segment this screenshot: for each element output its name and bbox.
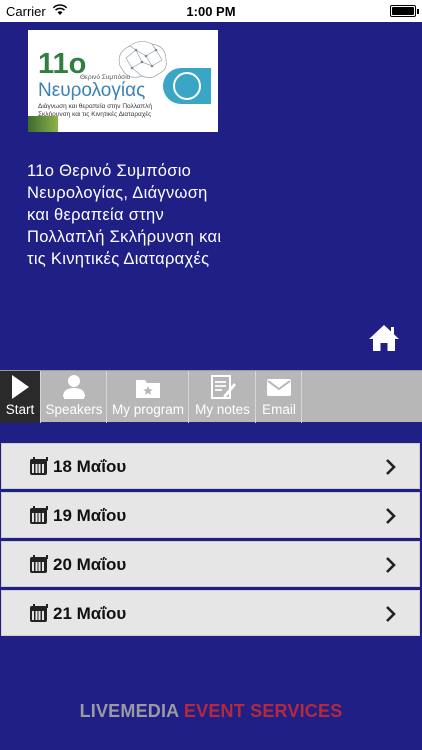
banner-title: Νευρολογίας [38, 80, 146, 101]
tab-label: Speakers [45, 402, 103, 417]
speaker-icon [63, 375, 85, 399]
chevron-right-icon [386, 606, 396, 622]
footer-brand-part2: EVENT SERVICES [183, 701, 343, 721]
day-row-21[interactable]: 21 Μαΐου [1, 590, 420, 636]
day-row-20[interactable]: 20 Μαΐου [1, 541, 420, 587]
academy-seal-icon [163, 68, 211, 104]
tab-label: My program [111, 402, 184, 417]
chevron-right-icon [386, 557, 396, 573]
event-title: 11o Θερινό Συμπόσιο Νευρολογίας, Διάγνωσ… [27, 162, 222, 268]
tab-label: My notes [195, 402, 250, 417]
envelope-icon [267, 379, 291, 396]
footer-brand: LIVEMEDIA EVENT SERVICES [0, 701, 422, 722]
tab-my-program[interactable]: My program [108, 371, 189, 423]
notes-icon [210, 375, 236, 399]
day-label: 18 Μαΐου [53, 457, 127, 476]
footer-brand-part1: LIVEMEDIA [79, 701, 179, 721]
day-label: 20 Μαΐου [53, 555, 127, 574]
tab-start[interactable]: Start [0, 371, 41, 423]
day-row-18[interactable]: 18 Μαΐου [1, 443, 420, 489]
banner-image-strip [28, 116, 58, 132]
banner-subtitle-line1: Διάγνωση και θεραπεία στην Πολλαπλή [38, 103, 153, 110]
tab-my-notes[interactable]: My notes [190, 371, 256, 423]
home-icon[interactable] [368, 324, 400, 352]
main-tab-bar: Start Speakers My program My notes Email [0, 370, 422, 423]
tab-label: Start [5, 402, 35, 417]
tab-label: Email [262, 402, 296, 417]
calendar-icon [30, 604, 48, 622]
day-label: 19 Μαΐου [53, 506, 127, 525]
event-banner-logo: 11o Θερινό Συμπόσιο Νευρολογίας Διάγνωση… [28, 30, 218, 132]
calendar-icon [30, 457, 48, 475]
day-row-19[interactable]: 19 Μαΐου [1, 492, 420, 538]
chevron-right-icon [386, 508, 396, 524]
status-bar: Carrier 1:00 PM [0, 0, 422, 22]
calendar-icon [30, 555, 48, 573]
clock: 1:00 PM [186, 4, 236, 19]
calendar-icon [30, 506, 48, 524]
play-icon [12, 375, 29, 399]
tab-speakers[interactable]: Speakers [42, 371, 107, 423]
day-label: 21 Μαΐου [53, 604, 127, 623]
battery-icon [390, 5, 419, 17]
chevron-right-icon [386, 459, 396, 475]
folder-star-icon [136, 380, 160, 398]
tab-email[interactable]: Email [257, 371, 302, 423]
